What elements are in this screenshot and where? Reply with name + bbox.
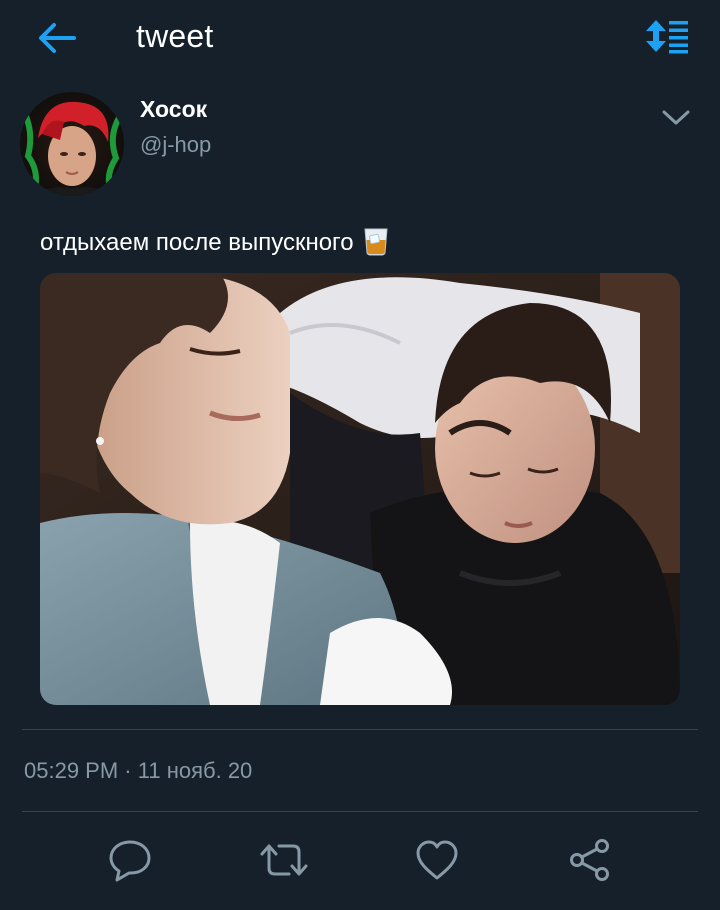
- retweet-icon: [260, 844, 308, 876]
- retweet-button[interactable]: [259, 838, 308, 882]
- tweet-photo-image: [40, 273, 680, 705]
- author-handle[interactable]: @j-hop: [140, 132, 211, 158]
- timestamp-time: 05:29 PM: [24, 758, 119, 783]
- back-button[interactable]: [36, 20, 78, 56]
- tumbler-glass-emoji: [362, 226, 390, 256]
- tweet-options-button[interactable]: [660, 104, 692, 130]
- divider-bottom: [22, 811, 698, 812]
- sort-icon: [646, 20, 688, 54]
- tweet-text: отдыхаем после выпускного: [40, 226, 390, 257]
- heart-icon: [416, 840, 458, 880]
- avatar-image: [20, 92, 124, 196]
- author-name[interactable]: Хосок: [140, 96, 207, 123]
- tweet-text-body: отдыхаем после выпускного: [40, 229, 354, 256]
- timestamp-separator: ·: [124, 758, 132, 783]
- page-title: tweet: [136, 18, 214, 54]
- chevron-down-icon: [662, 110, 690, 125]
- tweet-timestamp[interactable]: 05:29 PM · 11 нояб. 20: [24, 758, 252, 784]
- top-bar: tweet: [0, 0, 720, 78]
- tweet-photo[interactable]: [40, 273, 680, 705]
- share-icon: [570, 839, 609, 881]
- sort-button[interactable]: [644, 18, 690, 54]
- avatar[interactable]: [20, 92, 124, 196]
- reply-icon: [109, 840, 151, 882]
- like-button[interactable]: [414, 838, 460, 882]
- arrow-left-icon: [39, 23, 76, 53]
- reply-button[interactable]: [107, 838, 153, 882]
- timestamp-date: 11 нояб. 20: [137, 758, 253, 783]
- divider-top: [22, 729, 698, 730]
- share-button[interactable]: [567, 838, 613, 882]
